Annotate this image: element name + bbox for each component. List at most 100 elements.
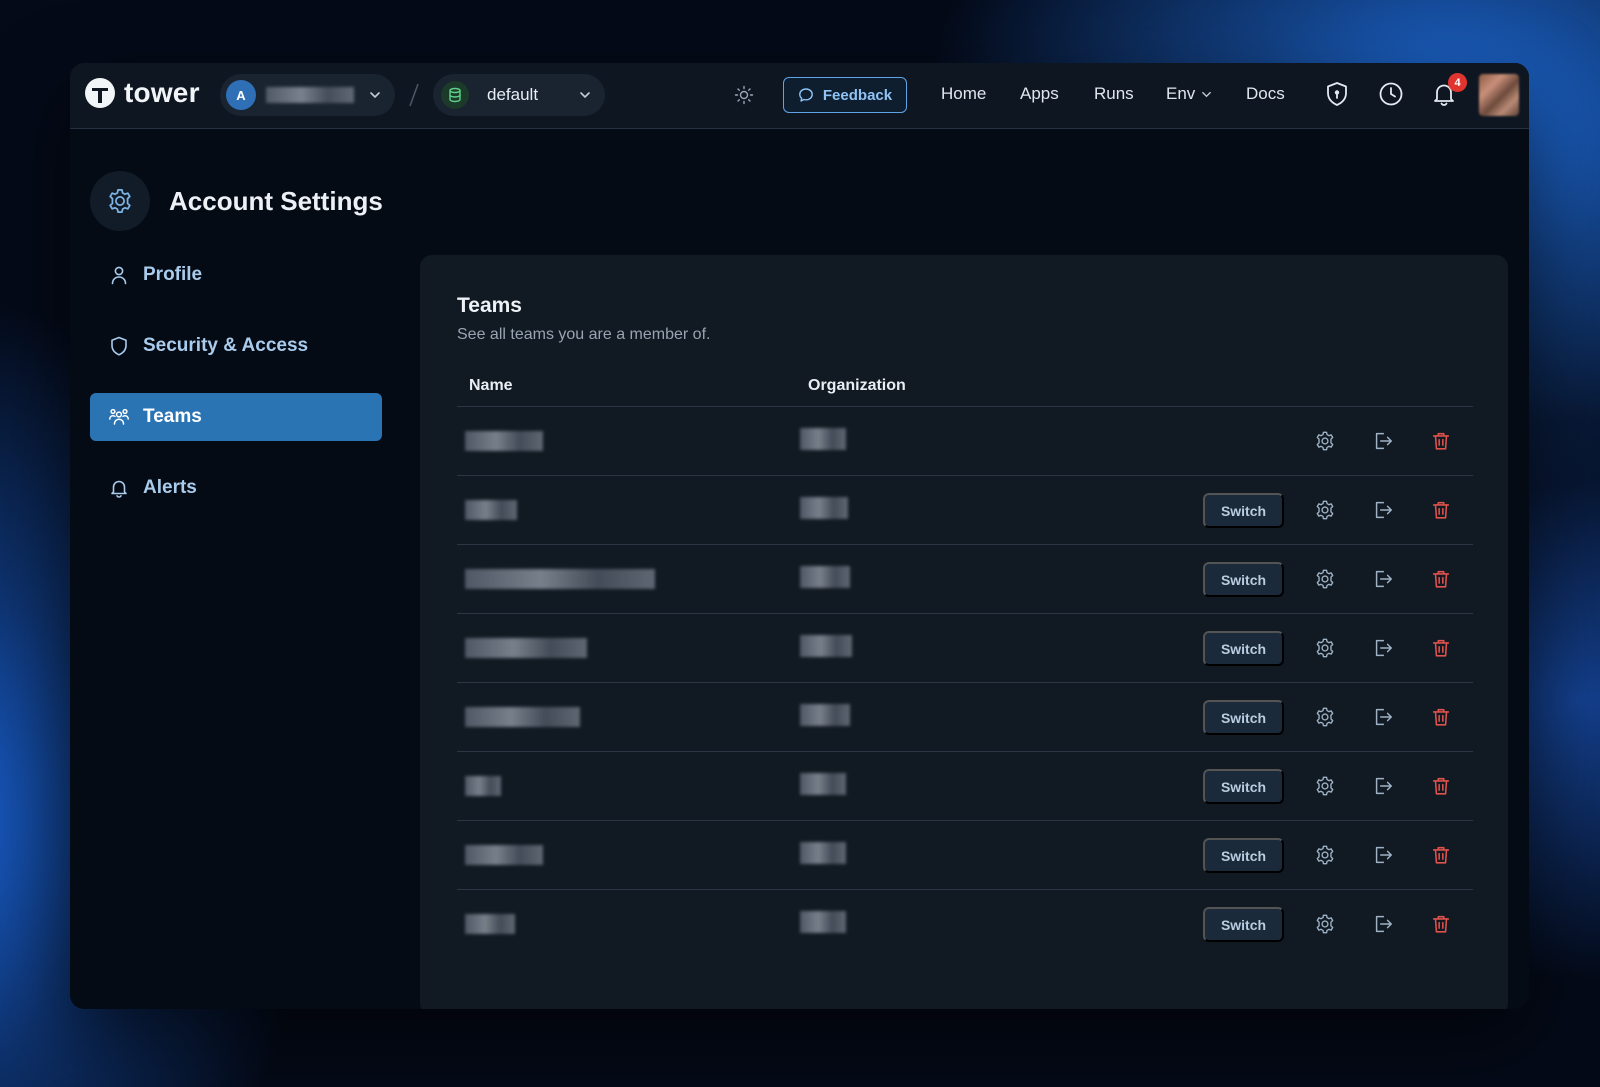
feedback-label: Feedback: [822, 86, 893, 104]
logo-text: tower: [124, 77, 200, 108]
team-organization-redacted: [800, 428, 846, 450]
team-name-redacted: [465, 914, 515, 934]
team-organization-redacted: [800, 566, 850, 588]
tower-logo-icon: [85, 78, 115, 108]
sidebar-item-label: Security & Access: [143, 335, 309, 356]
team-name-redacted: [465, 707, 580, 727]
sidebar-item-profile[interactable]: Profile: [90, 251, 382, 299]
team-settings-gear-icon[interactable]: [1314, 637, 1336, 659]
delete-team-trash-icon[interactable]: [1430, 637, 1452, 659]
team-name-redacted: [465, 638, 587, 658]
shield-icon: [111, 336, 127, 356]
delete-team-trash-icon[interactable]: [1430, 775, 1452, 797]
switch-team-button[interactable]: Switch: [1203, 700, 1284, 735]
clock-icon[interactable]: [1377, 80, 1405, 108]
nav-env[interactable]: Env: [1166, 84, 1212, 104]
switch-team-button[interactable]: Switch: [1203, 769, 1284, 804]
sidebar-item-teams[interactable]: Teams: [90, 393, 382, 441]
delete-team-trash-icon[interactable]: [1430, 568, 1452, 590]
delete-team-trash-icon[interactable]: [1430, 430, 1452, 452]
leave-team-icon[interactable]: [1372, 775, 1394, 797]
shield-lock-icon[interactable]: [1323, 80, 1351, 108]
table-row: Switch: [457, 890, 1473, 959]
delete-team-trash-icon[interactable]: [1430, 913, 1452, 935]
notification-badge: 4: [1448, 73, 1467, 92]
team-settings-gear-icon[interactable]: [1314, 775, 1336, 797]
section-subtitle: See all teams you are a member of.: [457, 326, 711, 343]
teams-panel: Teams See all teams you are a member of.…: [420, 255, 1508, 1009]
sidebar-item-label: Alerts: [143, 477, 197, 498]
table-row: Switch: [457, 545, 1473, 614]
team-name-redacted: [465, 500, 517, 520]
users-icon: [109, 408, 129, 425]
switch-team-button[interactable]: Switch: [1203, 493, 1284, 528]
delete-team-trash-icon[interactable]: [1430, 499, 1452, 521]
nav-docs[interactable]: Docs: [1246, 84, 1285, 104]
feedback-button[interactable]: Feedback: [783, 77, 907, 113]
column-header-organization: Organization: [808, 377, 906, 394]
team-organization-redacted: [800, 773, 846, 795]
table-row: Switch: [457, 614, 1473, 683]
chevron-down-icon: [370, 92, 380, 99]
top-bar: tower A default Feedback Home Apps Runs …: [70, 63, 1529, 129]
table-row: [457, 407, 1473, 476]
sidebar-item-label: Teams: [143, 406, 202, 427]
environment-selector[interactable]: default: [433, 74, 605, 116]
nav-home[interactable]: Home: [941, 84, 986, 104]
team-organization-redacted: [800, 842, 846, 864]
nav-runs[interactable]: Runs: [1094, 84, 1134, 104]
theme-toggle-sun-icon[interactable]: [734, 85, 754, 105]
switch-team-button[interactable]: Switch: [1203, 562, 1284, 597]
organization-selector[interactable]: A: [220, 74, 395, 116]
sidebar-item-alerts[interactable]: Alerts: [90, 464, 382, 512]
team-name-redacted: [465, 845, 543, 865]
leave-team-icon[interactable]: [1372, 637, 1394, 659]
switch-team-button[interactable]: Switch: [1203, 838, 1284, 873]
gear-icon: [90, 171, 150, 231]
leave-team-icon[interactable]: [1372, 913, 1394, 935]
team-organization-redacted: [800, 635, 852, 657]
table-row: Switch: [457, 821, 1473, 890]
delete-team-trash-icon[interactable]: [1430, 844, 1452, 866]
table-row: Switch: [457, 752, 1473, 821]
team-organization-redacted: [800, 704, 850, 726]
nav-apps[interactable]: Apps: [1020, 84, 1059, 104]
leave-team-icon[interactable]: [1372, 430, 1394, 452]
settings-header: Account Settings: [90, 171, 383, 231]
team-name-redacted: [465, 776, 501, 796]
table-row: Switch: [457, 476, 1473, 545]
org-name-redacted: [266, 87, 354, 103]
team-settings-gear-icon[interactable]: [1314, 430, 1336, 452]
leave-team-icon[interactable]: [1372, 844, 1394, 866]
column-header-name: Name: [469, 377, 513, 394]
breadcrumb-separator: [409, 83, 419, 107]
user-avatar[interactable]: [1479, 74, 1519, 116]
team-settings-gear-icon[interactable]: [1314, 913, 1336, 935]
switch-team-button[interactable]: Switch: [1203, 907, 1284, 942]
team-settings-gear-icon[interactable]: [1314, 706, 1336, 728]
delete-team-trash-icon[interactable]: [1430, 706, 1452, 728]
user-icon: [111, 266, 127, 285]
logo[interactable]: tower: [84, 77, 200, 109]
team-settings-gear-icon[interactable]: [1314, 844, 1336, 866]
org-avatar: A: [226, 80, 256, 110]
team-settings-gear-icon[interactable]: [1314, 568, 1336, 590]
switch-team-button[interactable]: Switch: [1203, 631, 1284, 666]
environment-label: default: [487, 85, 539, 104]
section-title: Teams: [457, 294, 522, 317]
database-icon: [441, 81, 469, 109]
chat-bubble-icon: [798, 88, 813, 102]
team-settings-gear-icon[interactable]: [1314, 499, 1336, 521]
sidebar-item-security[interactable]: Security & Access: [90, 322, 382, 370]
nav-env-label: Env: [1166, 84, 1196, 103]
leave-team-icon[interactable]: [1372, 706, 1394, 728]
bell-icon: [111, 480, 127, 498]
sidebar-item-label: Profile: [143, 264, 203, 285]
app-window: tower A default Feedback Home Apps Runs …: [70, 63, 1529, 1009]
leave-team-icon[interactable]: [1372, 499, 1394, 521]
leave-team-icon[interactable]: [1372, 568, 1394, 590]
team-organization-redacted: [800, 497, 848, 519]
chevron-down-icon: [580, 92, 590, 99]
page-title: Account Settings: [169, 185, 383, 216]
team-name-redacted: [465, 431, 543, 451]
